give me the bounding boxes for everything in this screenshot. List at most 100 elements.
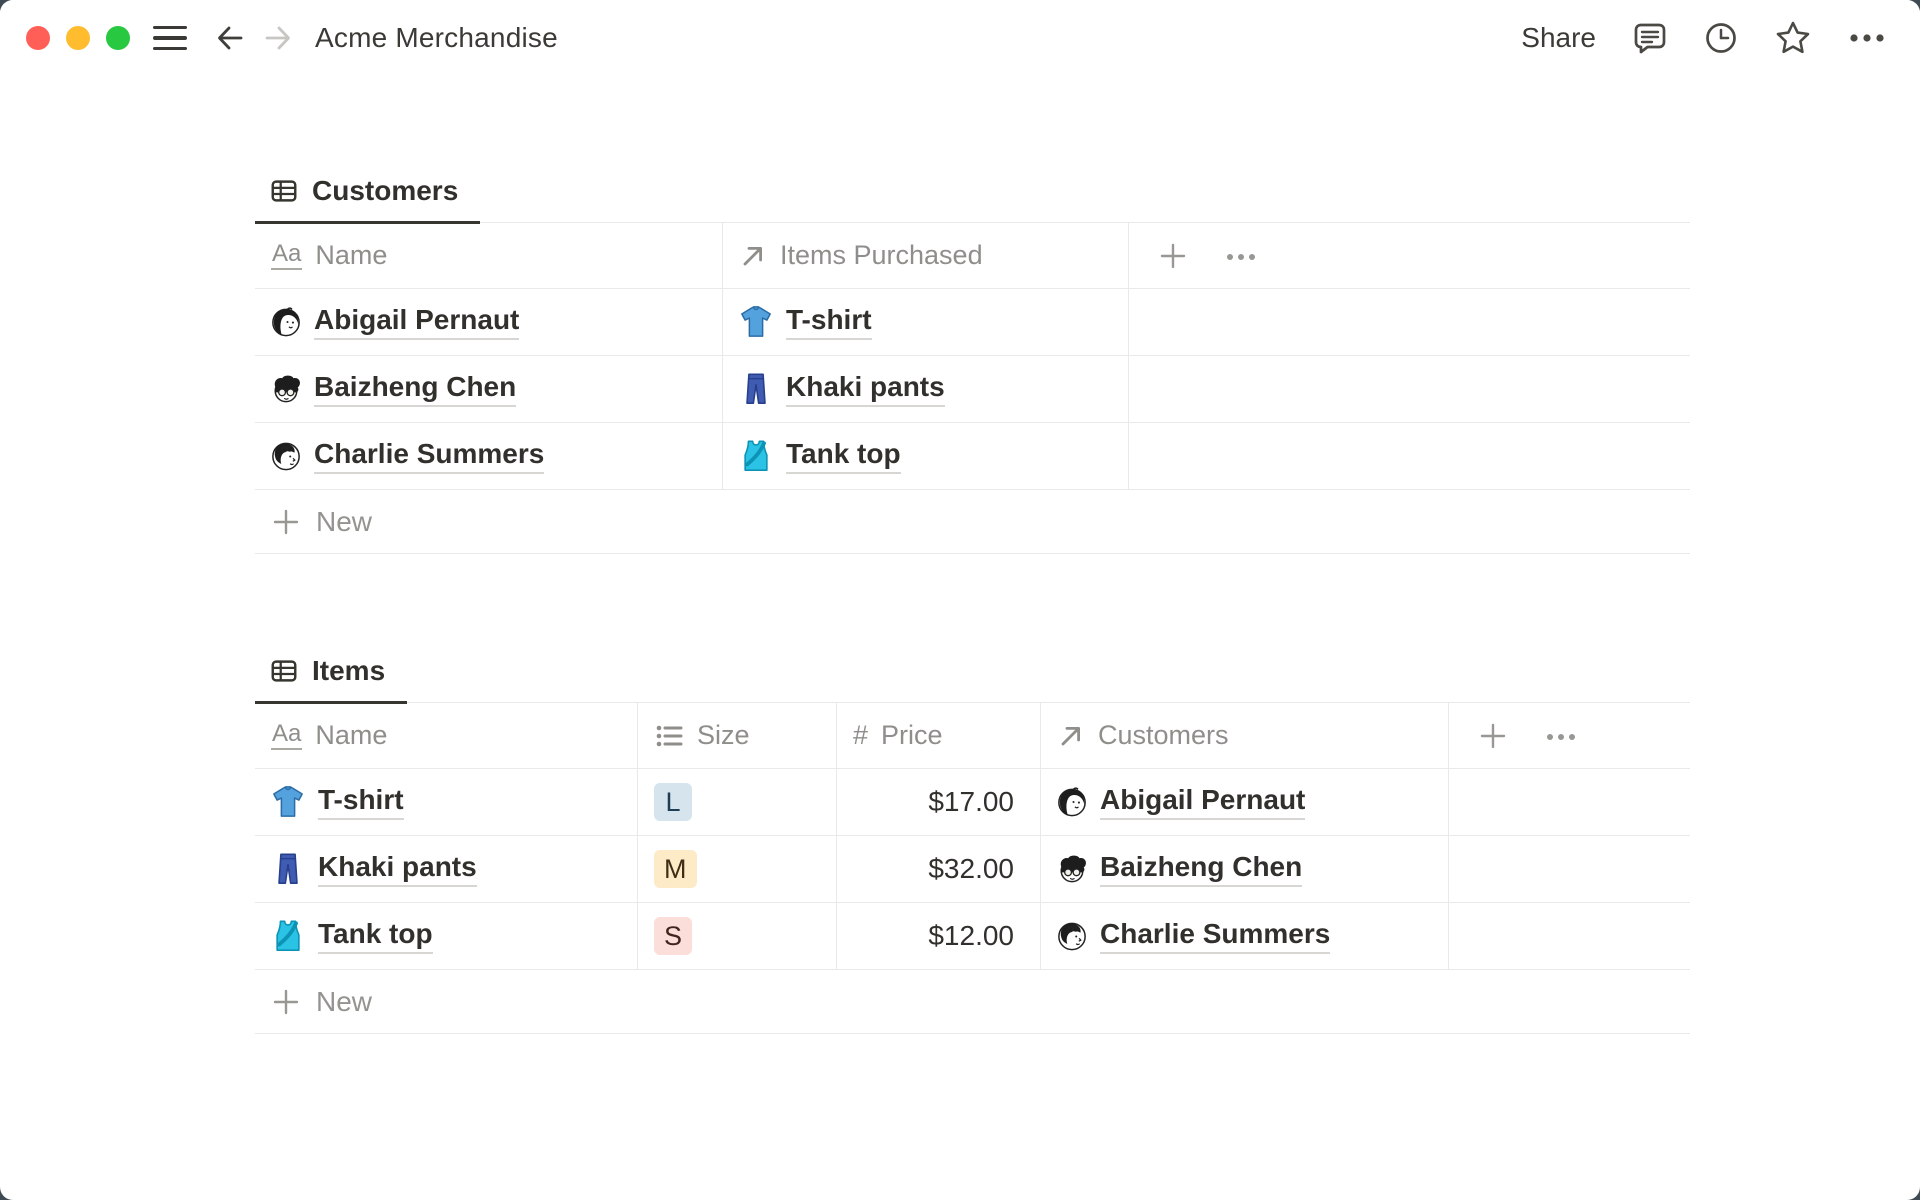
jeans-icon [746, 373, 766, 404]
item-page-link[interactable]: Tank top [739, 438, 901, 474]
table-options-button[interactable] [1545, 732, 1577, 742]
column-header-label: Name [315, 720, 388, 750]
tab-label: Customers [312, 175, 459, 206]
size-badge[interactable]: S [654, 917, 693, 955]
person-name: Charlie Summers [314, 438, 545, 474]
new-row-label: New [316, 505, 373, 537]
add-column-button[interactable] [1478, 721, 1508, 751]
empty-cell[interactable] [1449, 903, 1690, 969]
person-page-link[interactable]: Baizheng Chen [271, 371, 517, 407]
column-header-customers[interactable]: Customers [1041, 703, 1449, 768]
customers-cell[interactable]: Baizheng Chen [1041, 836, 1449, 902]
person-page-link[interactable]: Abigail Pernaut [1057, 784, 1306, 820]
star-icon [1776, 21, 1810, 54]
tshirt-icon [741, 306, 771, 337]
app-window: Acme Merchandise Share Customers Aa Name… [0, 0, 1920, 1200]
column-header-name[interactable]: Aa Name [255, 703, 638, 768]
items-row-2: Khaki pants M $32.00 Baizheng Chen [255, 836, 1690, 903]
size-cell[interactable]: M [638, 836, 837, 902]
item-page-link[interactable]: Khaki pants [271, 851, 477, 887]
column-header-size[interactable]: Size [638, 703, 837, 768]
tab-items[interactable]: Items [255, 655, 408, 704]
size-badge[interactable]: M [654, 850, 697, 888]
price-cell[interactable]: $12.00 [837, 903, 1041, 969]
items-purchased-cell[interactable]: T-shirt [723, 289, 1129, 355]
item-name: Tank top [318, 918, 433, 954]
item-page-link[interactable]: T-shirt [271, 784, 404, 820]
name-cell[interactable]: Tank top [255, 903, 638, 969]
person-page-link[interactable]: Baizheng Chen [1057, 851, 1303, 887]
avatar-abigail-icon [1058, 787, 1086, 817]
price-cell[interactable]: $32.00 [837, 836, 1041, 902]
table-options-button[interactable] [1225, 252, 1257, 262]
person-page-link[interactable]: Charlie Summers [271, 438, 545, 474]
item-page-link[interactable]: Khaki pants [739, 371, 945, 407]
size-badge[interactable]: L [654, 783, 692, 821]
column-header-label: Customers [1098, 720, 1229, 750]
column-header-items-purchased[interactable]: Items Purchased [723, 223, 1129, 288]
customers-header-row: Aa Name Items Purchased [255, 223, 1690, 289]
item-page-link[interactable]: T-shirt [739, 304, 872, 340]
items-database: Items Aa Name Size # Price Customers T-s… [255, 638, 1690, 1034]
jeans-icon [278, 853, 298, 884]
person-page-link[interactable]: Abigail Pernaut [271, 304, 520, 340]
column-header-name[interactable]: Aa Name [255, 223, 723, 288]
customers-row-1: Abigail Pernaut T-shirt [255, 289, 1690, 356]
customers-cell[interactable]: Charlie Summers [1041, 903, 1449, 969]
plus-icon [273, 989, 299, 1014]
items-purchased-cell[interactable]: Tank top [723, 423, 1129, 489]
select-property-icon [655, 723, 683, 748]
comments-button[interactable] [1632, 20, 1668, 56]
zoom-window-button[interactable] [106, 26, 130, 50]
size-cell[interactable]: L [638, 769, 837, 835]
items-row-3: Tank top S $12.00 Charlie Summers [255, 903, 1690, 970]
name-cell[interactable]: T-shirt [255, 769, 638, 835]
forward-button[interactable] [261, 21, 295, 55]
items-purchased-cell[interactable]: Khaki pants [723, 356, 1129, 422]
column-header-price[interactable]: # Price [837, 703, 1041, 768]
items-row-1: T-shirt L $17.00 Abigail Pernaut [255, 769, 1690, 836]
history-button[interactable] [1704, 21, 1738, 55]
back-button[interactable] [213, 21, 247, 55]
items-view-tabs: Items [255, 638, 1690, 704]
item-name: Tank top [786, 438, 901, 474]
clock-icon [1706, 23, 1736, 53]
more-options-button[interactable] [1848, 32, 1886, 44]
avatar-baizheng-icon [1059, 854, 1087, 883]
minimize-window-button[interactable] [66, 26, 90, 50]
price-cell[interactable]: $17.00 [837, 769, 1041, 835]
empty-cell[interactable] [1129, 289, 1690, 355]
customers-cell[interactable]: Abigail Pernaut [1041, 769, 1449, 835]
price-value: $17.00 [928, 786, 1014, 817]
name-cell[interactable]: Charlie Summers [255, 423, 723, 489]
column-header-label: Size [697, 720, 750, 750]
avatar-baizheng-icon [273, 374, 301, 403]
comment-icon [1634, 23, 1666, 54]
back-arrow-icon [218, 26, 243, 50]
tab-customers[interactable]: Customers [255, 175, 481, 224]
customers-row-3: Charlie Summers Tank top [255, 423, 1690, 490]
favorite-button[interactable] [1774, 19, 1812, 57]
person-page-link[interactable]: Charlie Summers [1057, 918, 1331, 954]
sidebar-toggle-hamburger-icon[interactable] [153, 25, 187, 51]
customers-view-tabs: Customers [255, 158, 1690, 224]
name-cell[interactable]: Baizheng Chen [255, 356, 723, 422]
item-page-link[interactable]: Tank top [271, 918, 433, 954]
price-value: $12.00 [928, 920, 1014, 951]
empty-cell[interactable] [1129, 423, 1690, 489]
share-button[interactable]: Share [1521, 22, 1596, 54]
customers-new-row-button[interactable]: New [255, 490, 1690, 554]
items-new-row-button[interactable]: New [255, 970, 1690, 1034]
page-title-breadcrumb[interactable]: Acme Merchandise [315, 22, 558, 54]
add-column-button[interactable] [1158, 241, 1188, 271]
name-cell[interactable]: Abigail Pernaut [255, 289, 723, 355]
tank-top-icon [743, 439, 769, 473]
column-header-label: Price [881, 720, 943, 750]
empty-cell[interactable] [1449, 769, 1690, 835]
item-name: T-shirt [318, 784, 404, 820]
empty-cell[interactable] [1449, 836, 1690, 902]
name-cell[interactable]: Khaki pants [255, 836, 638, 902]
empty-cell[interactable] [1129, 356, 1690, 422]
close-window-button[interactable] [26, 26, 50, 50]
size-cell[interactable]: S [638, 903, 837, 969]
